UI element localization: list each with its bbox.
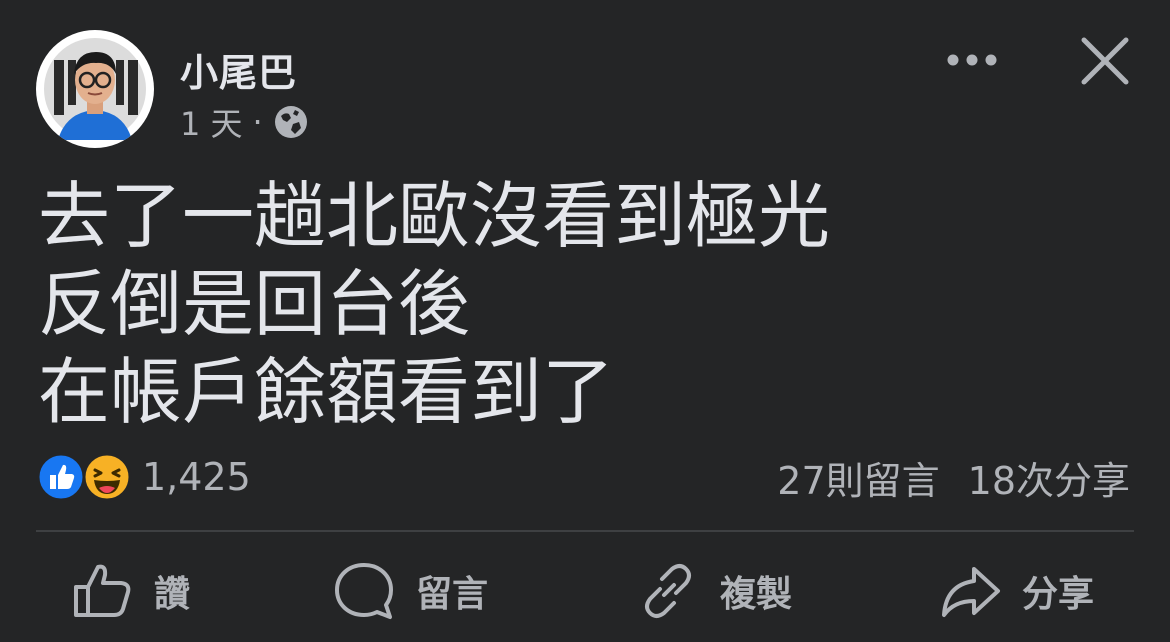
post-meta: 1 天 · xyxy=(180,99,309,145)
haha-icon xyxy=(82,452,132,502)
avatar[interactable] xyxy=(36,30,154,148)
more-options-button[interactable] xyxy=(940,40,1004,80)
post-line: 反倒是回台後 xyxy=(38,262,471,346)
reactions-summary[interactable]: 1,425 xyxy=(36,452,251,502)
action-bar: 讚 留言 複製 分享 xyxy=(0,556,1170,626)
comment-icon xyxy=(335,563,393,619)
like-button[interactable]: 讚 xyxy=(70,556,190,626)
post-line: 去了一趟北歐沒看到極光 xyxy=(38,174,831,258)
globe-icon xyxy=(274,106,307,138)
like-label: 讚 xyxy=(154,574,191,615)
comment-button[interactable]: 留言 xyxy=(332,556,488,626)
link-icon xyxy=(645,564,691,618)
close-button[interactable] xyxy=(1078,34,1132,88)
share-button[interactable]: 分享 xyxy=(938,556,1094,626)
like-icon xyxy=(36,452,86,502)
avatar-image xyxy=(44,38,146,140)
post-stats: 27則留言 18次分享 xyxy=(777,450,1130,505)
meta-separator: · xyxy=(252,103,263,141)
close-icon xyxy=(1081,37,1129,85)
shares-count[interactable]: 18次分享 xyxy=(968,450,1130,505)
reaction-count: 1,425 xyxy=(142,455,251,499)
share-icon xyxy=(942,567,1000,617)
copy-button[interactable]: 複製 xyxy=(636,556,792,626)
author-name[interactable]: 小尾巴 xyxy=(180,42,297,97)
post-line: 在帳戶餘額看到了 xyxy=(38,350,615,434)
comment-label: 留言 xyxy=(416,574,489,615)
divider xyxy=(36,530,1134,532)
share-label: 分享 xyxy=(1022,574,1095,615)
more-icon xyxy=(947,54,997,66)
comments-count[interactable]: 27則留言 xyxy=(777,450,939,505)
post-text: 去了一趟北歐沒看到極光 反倒是回台後 在帳戶餘額看到了 xyxy=(38,172,1140,436)
post-time[interactable]: 1 天 xyxy=(180,99,243,145)
copy-label: 複製 xyxy=(720,574,793,615)
thumbs-up-icon xyxy=(74,564,131,617)
